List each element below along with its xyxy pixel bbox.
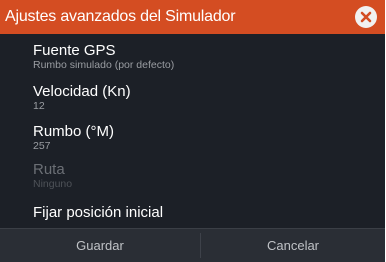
close-icon bbox=[360, 11, 372, 23]
setting-value: Rumbo simulado (por defecto) bbox=[33, 59, 175, 71]
close-button[interactable] bbox=[355, 6, 377, 28]
dialog-title: Ajustes avanzados del Simulador bbox=[5, 8, 236, 25]
settings-list: Fuente GPS Rumbo simulado (por defecto) … bbox=[0, 34, 385, 228]
save-button[interactable]: Guardar bbox=[0, 229, 200, 262]
set-start-position-button[interactable]: Fijar posición inicial bbox=[33, 204, 163, 221]
setting-value: 12 bbox=[33, 100, 45, 112]
setting-speed[interactable]: Velocidad (Kn) 12 bbox=[33, 83, 131, 112]
setting-heading[interactable]: Rumbo (°M) 257 bbox=[33, 123, 114, 152]
dialog-button-bar: Guardar Cancelar bbox=[0, 229, 385, 262]
dialog-titlebar: Ajustes avanzados del Simulador bbox=[0, 0, 385, 34]
setting-route: Ruta Ninguno bbox=[33, 161, 72, 190]
setting-gps-source[interactable]: Fuente GPS Rumbo simulado (por defecto) bbox=[33, 42, 174, 71]
setting-value: 257 bbox=[33, 140, 51, 152]
simulator-settings-dialog: Ajustes avanzados del Simulador Fuente G… bbox=[0, 0, 385, 262]
cancel-button[interactable]: Cancelar bbox=[201, 229, 385, 262]
setting-label: Fuente GPS bbox=[33, 42, 116, 59]
setting-value: Ninguno bbox=[33, 178, 73, 190]
setting-label: Rumbo (°M) bbox=[33, 123, 115, 140]
setting-label: Velocidad (Kn) bbox=[33, 83, 131, 100]
setting-label: Ruta bbox=[33, 161, 65, 178]
